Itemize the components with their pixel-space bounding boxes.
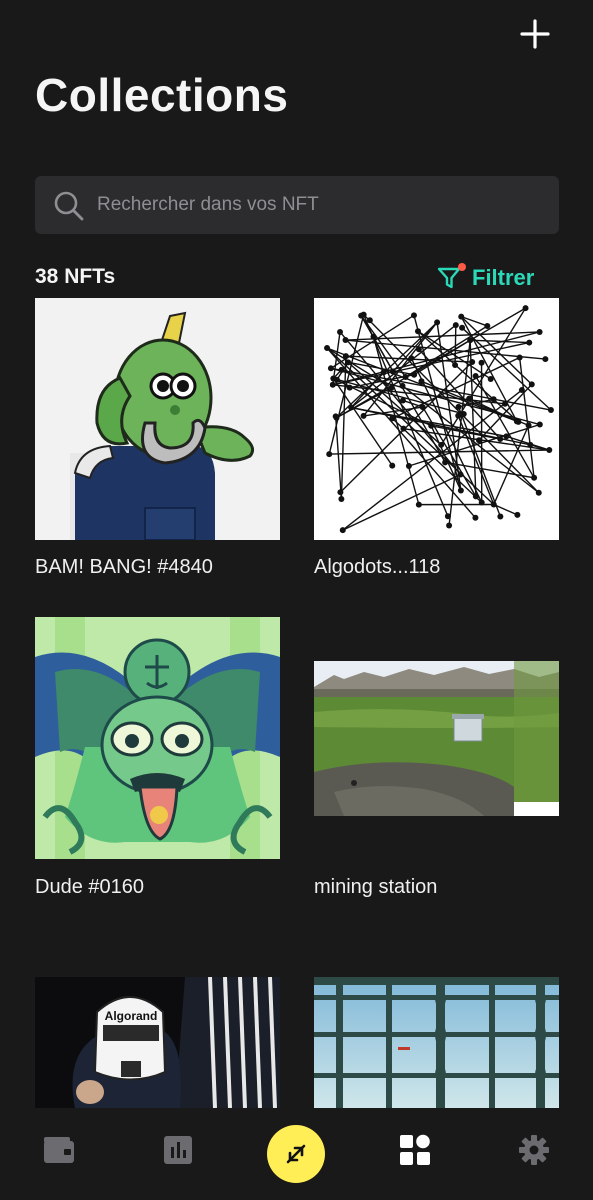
nft-count: 38 NFTs — [35, 265, 116, 288]
plus-icon — [520, 19, 550, 49]
nft-card[interactable]: Algorand — [35, 977, 280, 1108]
swap-icon — [286, 1144, 306, 1164]
search-icon — [54, 191, 84, 221]
nft-name: Algodots...118 — [314, 556, 441, 578]
search-bar[interactable] — [35, 176, 559, 234]
filter-button[interactable]: Filtrer — [436, 262, 534, 294]
nft-card[interactable]: BAM! BANG! #4840 — [35, 298, 280, 578]
nft-name: Dude #0160 — [35, 876, 144, 898]
settings-icon — [519, 1135, 549, 1165]
nft-image — [35, 298, 280, 540]
collectibles-icon — [400, 1134, 430, 1165]
bottom-tab-bar — [0, 1108, 593, 1200]
nft-image: Algorand — [35, 977, 280, 1108]
funnel-icon — [436, 263, 466, 293]
helmet-logo-text: Algorand — [105, 1009, 158, 1023]
chart-icon — [164, 1136, 192, 1164]
filter-active-badge — [458, 263, 466, 271]
tab-settings[interactable] — [512, 1128, 556, 1172]
page-title: Collections — [35, 69, 289, 121]
filter-label: Filtrer — [472, 265, 535, 290]
nft-card[interactable]: Algodots...118 — [314, 298, 559, 578]
nft-card[interactable]: mining station — [314, 617, 559, 898]
nft-card[interactable] — [314, 977, 559, 1108]
wallet-icon — [44, 1137, 74, 1163]
nft-card[interactable]: Dude #0160 — [35, 617, 280, 898]
nft-image — [314, 298, 559, 540]
tab-wallet[interactable] — [37, 1128, 81, 1172]
nft-name: mining station — [314, 876, 438, 898]
nft-name: BAM! BANG! #4840 — [35, 556, 213, 578]
nft-image — [35, 617, 280, 859]
nft-image — [314, 977, 559, 1108]
search-input[interactable] — [97, 176, 537, 234]
add-button[interactable] — [515, 14, 555, 54]
tab-swap[interactable] — [267, 1125, 325, 1183]
tab-collectibles[interactable] — [393, 1128, 437, 1172]
nft-image — [314, 617, 559, 859]
tab-analytics[interactable] — [156, 1128, 200, 1172]
